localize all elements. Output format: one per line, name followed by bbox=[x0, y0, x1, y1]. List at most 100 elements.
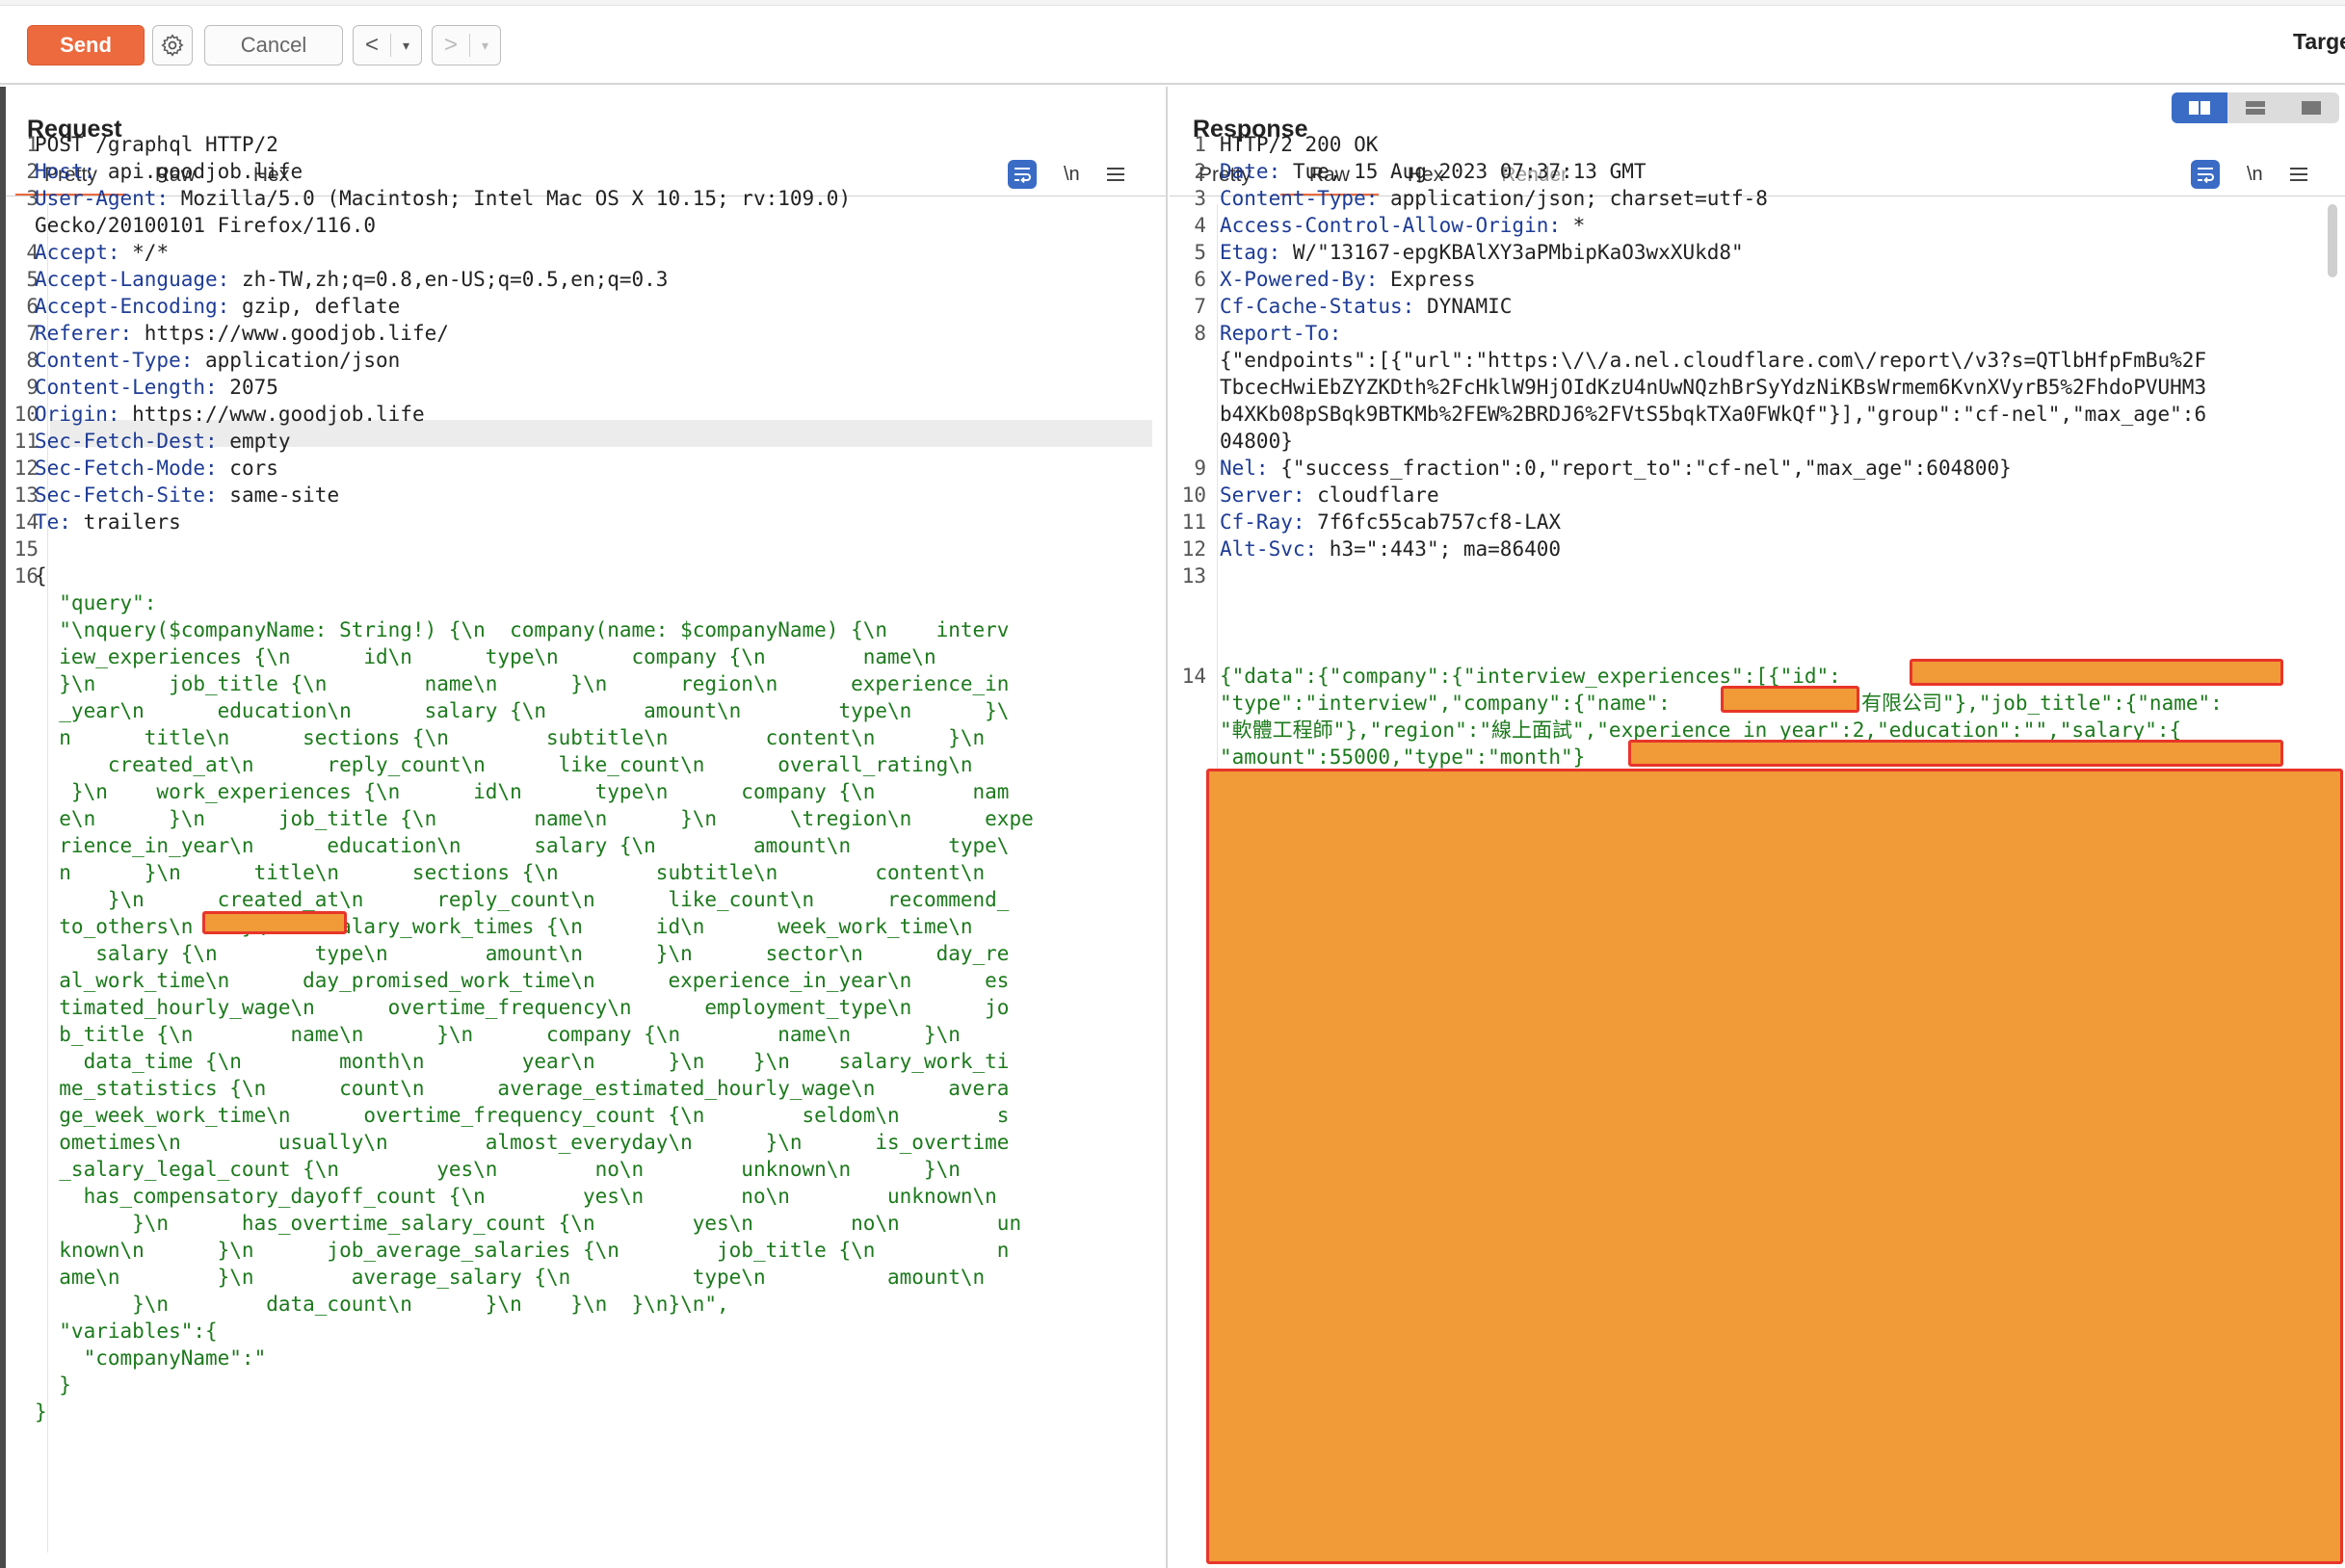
code-line: 04800} bbox=[1220, 428, 1293, 455]
response-body-line: "type":"interview","company":{"name": bbox=[1220, 692, 1671, 715]
header-name: Te: bbox=[35, 510, 71, 534]
header-value: Gecko/20100101 Firefox/116.0 bbox=[35, 214, 377, 237]
divider bbox=[468, 34, 470, 57]
send-button[interactable]: Send bbox=[27, 25, 145, 65]
header-value: */* bbox=[119, 241, 170, 264]
request-body-line: data_time {\n month\n year\n }\n }\n sal… bbox=[35, 1050, 1010, 1073]
request-body-line: "query": bbox=[35, 591, 157, 614]
hamburger-menu-icon[interactable] bbox=[2289, 168, 2307, 181]
request-body-line: al_work_time\n day_promised_work_time\n … bbox=[35, 969, 1010, 992]
code-line: TbcecHwiEbZYZKDth%2FcHklW9HjOIdKzU4nUwNQ… bbox=[1220, 374, 2206, 401]
line-number: 9 bbox=[1194, 457, 1206, 480]
header-name: Accept-Encoding: bbox=[35, 295, 230, 318]
header-name: Report-To: bbox=[1220, 322, 1342, 345]
header-value: https://www.goodjob.life bbox=[119, 403, 425, 426]
cancel-button[interactable]: Cancel bbox=[204, 25, 343, 65]
header-name: Referer: bbox=[35, 322, 133, 345]
line-number: 9 bbox=[26, 376, 39, 399]
header-name: Accept: bbox=[35, 241, 120, 264]
code-line: Host: api.goodjob.life bbox=[35, 158, 303, 185]
header-value: same-site bbox=[217, 483, 340, 507]
gear-icon bbox=[161, 34, 184, 57]
request-tools: \n bbox=[1008, 160, 1124, 189]
request-body-line: me_statistics {\n count\n average_estima… bbox=[35, 1077, 1010, 1100]
code-line: Sec-Fetch-Mode: cors bbox=[35, 455, 278, 482]
header-name: Content-Type: bbox=[1220, 187, 1379, 210]
header-name: Content-Length: bbox=[35, 376, 218, 399]
header-value: 04800} bbox=[1220, 430, 1293, 453]
header-name: Server: bbox=[1220, 483, 1305, 507]
chevron-down-icon[interactable]: ▾ bbox=[482, 38, 488, 54]
code-line: Date: Tue, 15 Aug 2023 07:37:13 GMT bbox=[1220, 158, 1647, 185]
line-number: 11 bbox=[13, 430, 39, 453]
text-wrap-icon bbox=[2198, 168, 2214, 183]
response-tools: \n bbox=[2191, 160, 2307, 189]
code-line: Te: trailers bbox=[35, 509, 181, 536]
header-value: Tue, 15 Aug 2023 07:37:13 GMT bbox=[1280, 160, 1647, 183]
code-line: Content-Type: application/json; charset=… bbox=[1220, 185, 1768, 212]
stacked-layout-icon[interactable] bbox=[2227, 92, 2283, 123]
header-value: h3=":443"; ma=86400 bbox=[1317, 537, 1562, 561]
scrollbar[interactable] bbox=[2328, 204, 2337, 277]
chevron-down-icon[interactable]: ▾ bbox=[403, 38, 409, 54]
header-name: Etag: bbox=[1220, 241, 1281, 264]
header-value: {"success_fraction":0,"report_to":"cf-ne… bbox=[1268, 457, 2012, 480]
wrap-toggle-button[interactable] bbox=[2191, 160, 2220, 189]
line-number: 16 bbox=[13, 564, 39, 588]
newline-toggle-button[interactable]: \n bbox=[1064, 164, 1080, 186]
code-line: POST /graphql HTTP/2 bbox=[35, 131, 278, 158]
header-name: Nel: bbox=[1220, 457, 1269, 480]
header-value: { bbox=[35, 564, 47, 588]
request-body-line: n title\n sections {\n subtitle\n conten… bbox=[35, 726, 986, 749]
back-button[interactable]: < ▾ bbox=[353, 25, 422, 65]
request-body-line: b_title {\n name\n }\n company {\n name\… bbox=[35, 1023, 961, 1046]
line-number: 2 bbox=[1194, 160, 1206, 183]
request-body-line: e\n }\n job_title {\n name\n }\n \tregio… bbox=[35, 807, 1034, 830]
header-value: cors bbox=[217, 457, 278, 480]
request-body-line: iew_experiences {\n id\n type\n company … bbox=[35, 645, 936, 668]
settings-button[interactable] bbox=[152, 25, 193, 65]
header-value: * bbox=[1561, 214, 1586, 237]
code-line: {"endpoints":[{"url":"https:\/\/a.nel.cl… bbox=[1220, 347, 2206, 374]
target-label[interactable]: Targe bbox=[2293, 29, 2345, 55]
single-pane-layout-icon[interactable] bbox=[2283, 92, 2339, 123]
header-value: cloudflare bbox=[1304, 483, 1439, 507]
header-value: https://www.goodjob.life/ bbox=[132, 322, 449, 345]
code-line: Sec-Fetch-Site: same-site bbox=[35, 482, 339, 509]
code-line: Sec-Fetch-Dest: empty bbox=[35, 428, 291, 455]
code-line: HTTP/2 200 OK bbox=[1220, 131, 1378, 158]
newline-toggle-button[interactable]: \n bbox=[2247, 164, 2263, 186]
code-line: Referer: https://www.goodjob.life/ bbox=[35, 320, 449, 347]
request-body-line: }\n created_at\n reply_count\n like_coun… bbox=[35, 888, 1010, 911]
header-name: Sec-Fetch-Mode: bbox=[35, 457, 218, 480]
header-value: application/json; charset=utf-8 bbox=[1378, 187, 1768, 210]
code-line: Gecko/20100101 Firefox/116.0 bbox=[35, 212, 376, 239]
code-line: Alt-Svc: h3=":443"; ma=86400 bbox=[1220, 536, 1561, 562]
line-number: 5 bbox=[26, 268, 39, 291]
request-body-line: rience_in_year\n education\n salary {\n … bbox=[35, 834, 1010, 857]
line-number: 12 bbox=[13, 457, 39, 480]
redaction-mark bbox=[1206, 769, 2343, 1564]
code-line: Accept: */* bbox=[35, 239, 169, 266]
request-body-line: }\n job_title {\n name\n }\n region\n ex… bbox=[35, 672, 1010, 695]
header-value: Mozilla/5.0 (Macintosh; Intel Mac OS X 1… bbox=[169, 187, 852, 210]
side-by-side-layout-icon[interactable] bbox=[2172, 92, 2227, 123]
request-body-line: "variables":{ bbox=[35, 1320, 218, 1343]
header-value: HTTP/2 200 OK bbox=[1220, 133, 1379, 156]
header-value: 7f6fc55cab757cf8-LAX bbox=[1304, 510, 1562, 534]
wrap-toggle-button[interactable] bbox=[1008, 160, 1037, 189]
line-number: 6 bbox=[26, 295, 39, 318]
header-name: Cf-Cache-Status: bbox=[1220, 295, 1415, 318]
request-body-line: to_others\n }\n salary_work_times {\n id… bbox=[35, 915, 973, 938]
redaction-mark bbox=[1721, 686, 1859, 713]
request-body-line: salary {\n type\n amount\n }\n sector\n … bbox=[35, 942, 1010, 965]
layout-toggle[interactable] bbox=[2172, 92, 2339, 123]
line-number: 12 bbox=[1181, 537, 1206, 561]
header-value: {"endpoints":[{"url":"https:\/\/a.nel.cl… bbox=[1220, 349, 2207, 372]
hamburger-menu-icon[interactable] bbox=[1106, 168, 1124, 181]
forward-button[interactable]: > ▾ bbox=[432, 25, 501, 65]
line-number: 10 bbox=[1181, 483, 1206, 507]
code-line: Accept-Language: zh-TW,zh;q=0.8,en-US;q=… bbox=[35, 266, 668, 293]
header-name: Sec-Fetch-Dest: bbox=[35, 430, 218, 453]
header-value: 2075 bbox=[217, 376, 278, 399]
